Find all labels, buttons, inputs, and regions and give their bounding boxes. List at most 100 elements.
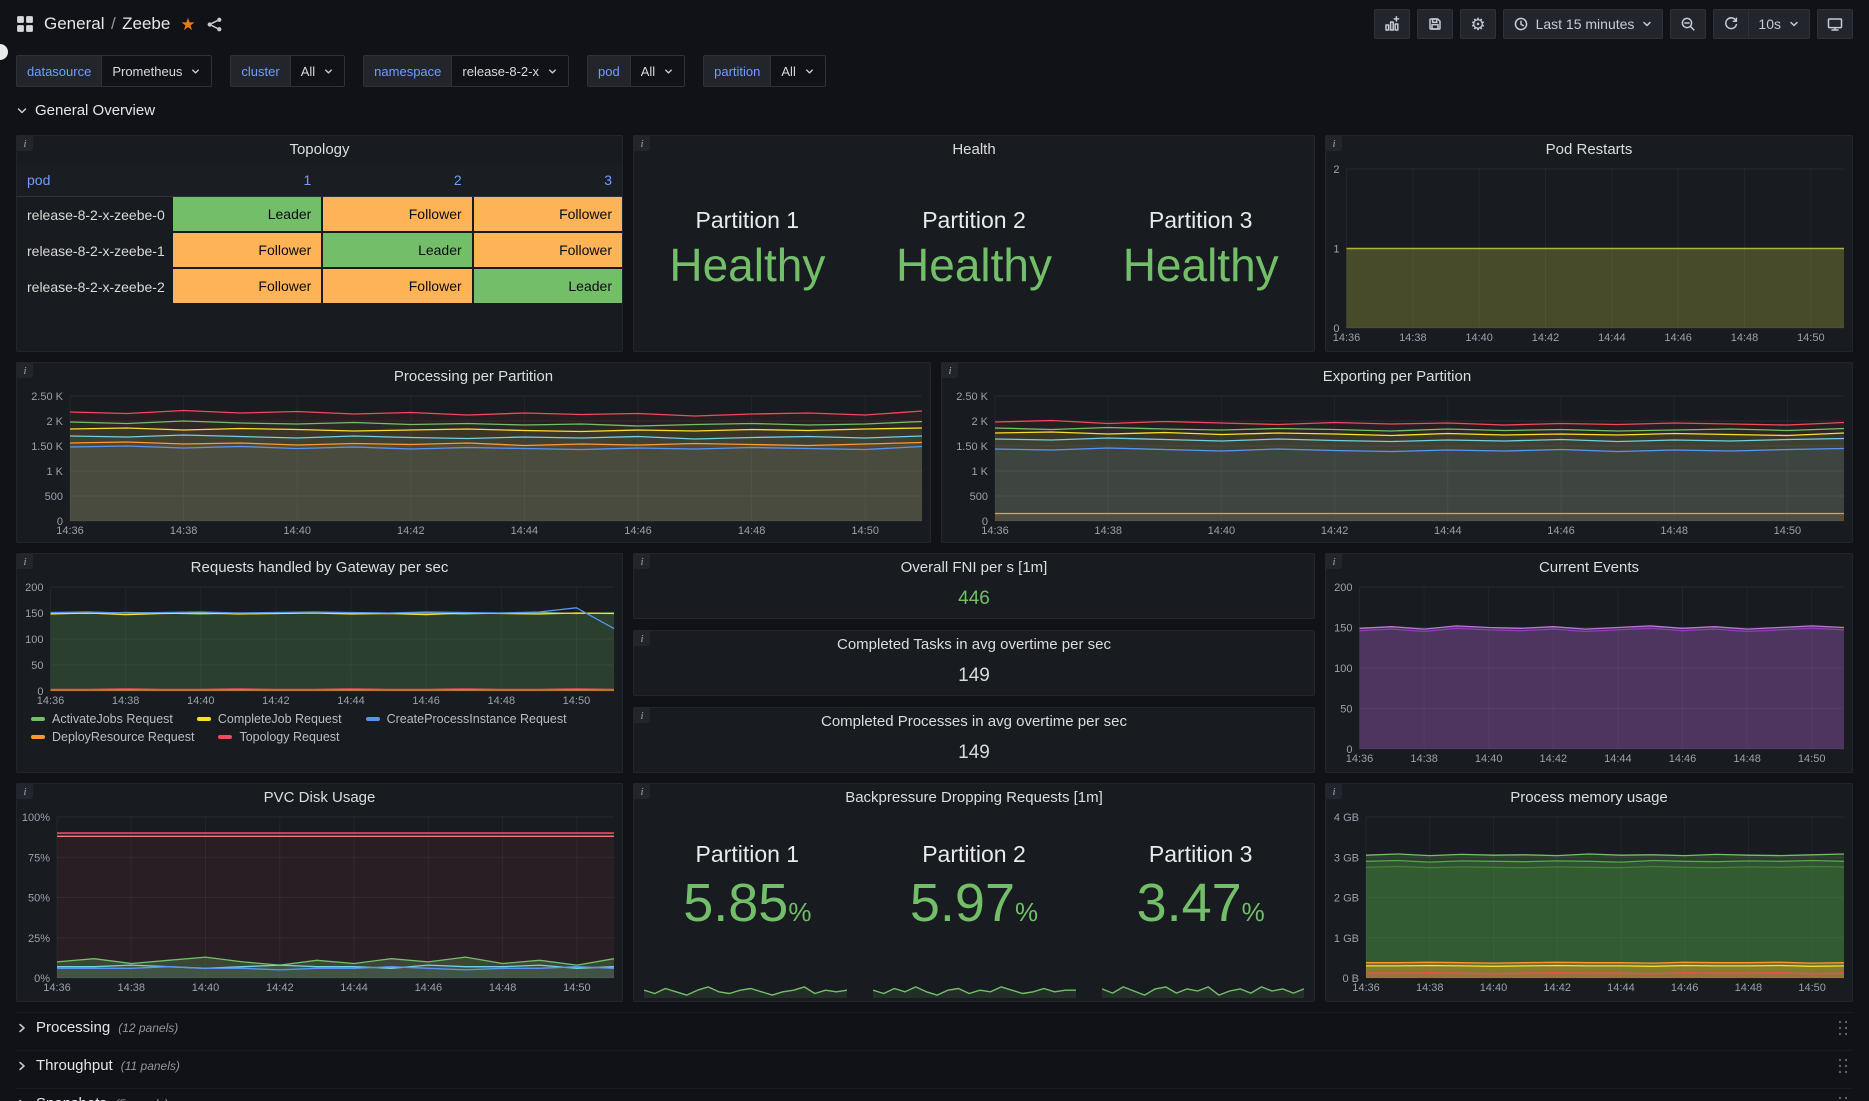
row-snapshots[interactable]: Snapshots (5 panels) [16, 1088, 1853, 1101]
variable-value-picker[interactable]: All [770, 55, 825, 87]
svg-text:14:44: 14:44 [337, 695, 365, 707]
pod-restarts-chart[interactable]: 21014:3614:3814:4014:4214:4414:4614:4814… [1326, 162, 1852, 345]
panel-info-icon[interactable]: i [17, 136, 33, 151]
current-events-chart[interactable]: 20015010050014:3614:3814:4014:4214:4414:… [1326, 580, 1852, 766]
svg-text:14:48: 14:48 [1733, 753, 1761, 765]
panel-info-icon[interactable]: i [1326, 136, 1342, 151]
variable-cluster: cluster All [230, 55, 345, 87]
svg-text:14:50: 14:50 [851, 525, 879, 537]
svg-text:14:48: 14:48 [1731, 332, 1759, 344]
panel-info-icon[interactable]: i [1326, 554, 1342, 569]
chevron-down-icon [663, 66, 674, 77]
tv-mode-button[interactable] [1817, 9, 1853, 39]
svg-text:2 GB: 2 GB [1334, 893, 1359, 905]
add-panel-button[interactable] [1374, 9, 1410, 39]
legend-swatch [366, 717, 380, 721]
svg-text:14:42: 14:42 [397, 525, 425, 537]
panel-info-icon[interactable]: i [634, 136, 650, 151]
panel-info-icon[interactable]: i [634, 631, 650, 646]
panel-info-icon[interactable]: i [1326, 784, 1342, 799]
panel-info-icon[interactable]: i [634, 784, 650, 799]
svg-text:14:42: 14:42 [1532, 332, 1560, 344]
refresh-interval-picker[interactable]: 10s [1749, 9, 1810, 39]
processing-chart[interactable]: 2.50 K2 K1.50 K1 K500014:3614:3814:4014:… [17, 389, 930, 538]
variable-value-picker[interactable]: release-8-2-x [451, 55, 569, 87]
svg-text:14:38: 14:38 [1399, 332, 1427, 344]
save-dashboard-button[interactable] [1417, 9, 1453, 39]
panel-overall-fni: i Overall FNI per s [1m] 446 [633, 553, 1315, 619]
column-header-partition-3[interactable]: 3 [472, 164, 622, 196]
row-drag-handle[interactable] [1837, 1057, 1849, 1074]
column-header-partition-2[interactable]: 2 [321, 164, 471, 196]
panel-title[interactable]: Completed Tasks in avg overtime per sec [634, 631, 1314, 657]
legend-label: ActivateJobs Request [52, 712, 173, 726]
panel-title[interactable]: Health [634, 136, 1314, 162]
breadcrumb-section[interactable]: General [44, 14, 104, 33]
table-row: release-8-2-x-zeebe-0 Leader Follower Fo… [17, 197, 622, 233]
health-partition-3: Partition 3 Healthy [1087, 207, 1314, 288]
chart-legend: ActivateJobs Request CompleteJob Request… [17, 708, 622, 744]
row-throughput[interactable]: Throughput (11 panels) [16, 1050, 1853, 1080]
svg-text:14:40: 14:40 [1465, 332, 1493, 344]
refresh-button[interactable] [1713, 9, 1749, 39]
pvc-disk-usage-chart[interactable]: 100%75%50%25%0%14:3614:3814:4014:4214:44… [17, 810, 622, 995]
svg-text:14:46: 14:46 [624, 525, 652, 537]
process-memory-chart[interactable]: 4 GB3 GB2 GB1 GB0 B14:3614:3814:4014:421… [1326, 810, 1852, 995]
panel-title[interactable]: Topology [17, 136, 622, 162]
table-header-row: pod 1 2 3 [17, 164, 622, 197]
legend-item[interactable]: CreateProcessInstance Request [366, 712, 567, 726]
panel-title[interactable]: Exporting per Partition [942, 363, 1852, 389]
variable-value-picker[interactable]: Prometheus [101, 55, 212, 87]
row-drag-handle[interactable] [1837, 1019, 1849, 1036]
favorite-star-icon[interactable]: ★ [180, 16, 195, 33]
column-header-pod[interactable]: pod [17, 164, 171, 196]
zoom-out-button[interactable] [1670, 9, 1706, 39]
partition-label: Partition 3 [1087, 841, 1314, 868]
exporting-chart[interactable]: 2.50 K2 K1.50 K1 K500014:3614:3814:4014:… [942, 389, 1852, 538]
time-range-picker[interactable]: Last 15 minutes [1503, 9, 1664, 39]
panel-title[interactable]: Completed Processes in avg overtime per … [634, 708, 1314, 734]
svg-text:14:42: 14:42 [1321, 525, 1349, 537]
apps-grid-icon[interactable] [16, 15, 34, 33]
panel-info-icon[interactable]: i [634, 708, 650, 723]
variable-value-picker[interactable]: All [630, 55, 685, 87]
row-drag-handle[interactable] [1837, 1095, 1849, 1101]
svg-text:14:44: 14:44 [1607, 982, 1635, 994]
svg-text:14:50: 14:50 [1797, 332, 1825, 344]
health-grid: Partition 1 Healthy Partition 2 Healthy … [634, 162, 1314, 332]
panel-title[interactable]: Backpressure Dropping Requests [1m] [634, 784, 1314, 810]
panel-title[interactable]: Process memory usage [1326, 784, 1852, 810]
panel-info-icon[interactable]: i [17, 554, 33, 569]
section-general-overview[interactable]: General Overview [0, 88, 1869, 119]
panel-info-icon[interactable]: i [634, 554, 650, 569]
breadcrumb-separator: / [111, 14, 116, 33]
legend-item[interactable]: ActivateJobs Request [31, 712, 173, 726]
legend-item[interactable]: DeployResource Request [31, 730, 194, 744]
panel-pvc-disk-usage: i PVC Disk Usage 100%75%50%25%0%14:3614:… [16, 783, 623, 1002]
panel-title[interactable]: Pod Restarts [1326, 136, 1852, 162]
panel-title[interactable]: PVC Disk Usage [17, 784, 622, 810]
legend-item[interactable]: CompleteJob Request [197, 712, 342, 726]
share-icon[interactable] [206, 16, 223, 33]
panel-title[interactable]: Overall FNI per s [1m] [634, 554, 1314, 580]
row-processing[interactable]: Processing (12 panels) [16, 1012, 1853, 1042]
gateway-chart[interactable]: 20015010050014:3614:3814:4014:4214:4414:… [17, 580, 622, 708]
panel-info-icon[interactable]: i [942, 363, 958, 378]
variable-value-picker[interactable]: All [290, 55, 345, 87]
dashboard-settings-button[interactable]: ⚙ [1460, 9, 1495, 39]
svg-text:14:44: 14:44 [511, 525, 539, 537]
panel-title[interactable]: Processing per Partition [17, 363, 930, 389]
legend-item[interactable]: Topology Request [218, 730, 339, 744]
svg-text:14:36: 14:36 [56, 525, 84, 537]
panel-gateway-requests: i Requests handled by Gateway per sec 20… [16, 553, 623, 773]
panel-info-icon[interactable]: i [17, 784, 33, 799]
svg-text:14:36: 14:36 [37, 695, 65, 707]
panel-title[interactable]: Current Events [1326, 554, 1852, 580]
variable-label: pod [587, 55, 630, 87]
role-cell: Follower [472, 233, 622, 269]
column-header-partition-1[interactable]: 1 [171, 164, 321, 196]
panel-info-icon[interactable]: i [17, 363, 33, 378]
legend-label: CreateProcessInstance Request [387, 712, 567, 726]
panel-title[interactable]: Requests handled by Gateway per sec [17, 554, 622, 580]
variable-value: release-8-2-x [462, 64, 539, 79]
